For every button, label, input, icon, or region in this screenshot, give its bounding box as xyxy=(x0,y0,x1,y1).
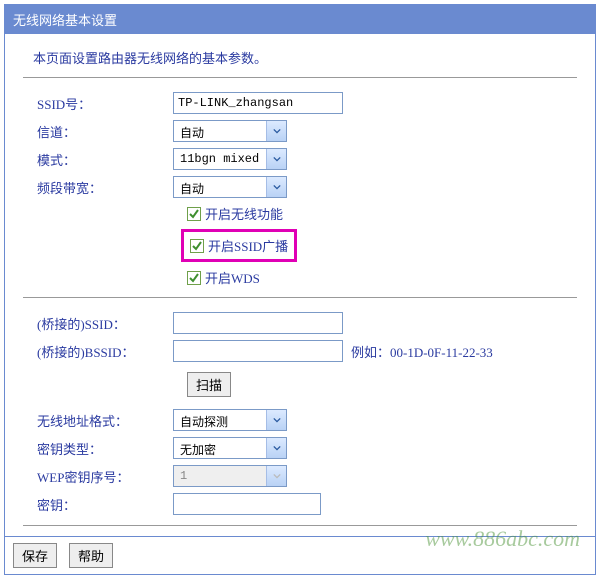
label-enable-wireless: 开启无线功能 xyxy=(205,204,283,223)
channel-select[interactable]: 自动 xyxy=(173,120,287,142)
chevron-down-icon xyxy=(266,121,286,141)
label-addr-fmt: 无线地址格式： xyxy=(23,411,173,430)
bridge-bssid-input[interactable] xyxy=(173,340,343,362)
checkmark-icon xyxy=(187,207,201,221)
row-addr-fmt: 无线地址格式： 自动探测 xyxy=(23,409,577,431)
row-ssid: SSID号： xyxy=(23,92,577,114)
label-bridge-ssid: (桥接的)SSID： xyxy=(23,314,173,333)
checkbox-enable-ssid-broadcast[interactable]: 开启SSID广播 xyxy=(181,229,297,262)
label-mode: 模式： xyxy=(23,150,173,169)
label-bridge-bssid: (桥接的)BSSID： xyxy=(23,342,173,361)
panel-intro: 本页面设置路由器无线网络的基本参数。 xyxy=(33,48,577,67)
row-key: 密钥： xyxy=(23,493,577,515)
bandwidth-select[interactable]: 自动 xyxy=(173,176,287,198)
key-input[interactable] xyxy=(173,493,321,515)
row-bridge-ssid: (桥接的)SSID： xyxy=(23,312,577,334)
label-enable-wds: 开启WDS xyxy=(205,268,260,287)
row-enc-type: 密钥类型： 无加密 xyxy=(23,437,577,459)
wep-index-select: 1 xyxy=(173,465,287,487)
label-key: 密钥： xyxy=(23,495,173,514)
chevron-down-icon xyxy=(266,438,286,458)
ssid-input[interactable] xyxy=(173,92,343,114)
checkmark-icon xyxy=(187,271,201,285)
label-ssid: SSID号： xyxy=(23,94,173,113)
chevron-down-icon xyxy=(266,177,286,197)
chevron-down-icon xyxy=(266,410,286,430)
mode-select[interactable]: 11bgn mixed xyxy=(173,148,287,170)
save-button[interactable]: 保存 xyxy=(13,543,57,568)
label-bandwidth: 频段带宽： xyxy=(23,178,173,197)
row-bandwidth: 频段带宽： 自动 xyxy=(23,176,577,198)
help-button[interactable]: 帮助 xyxy=(69,543,113,568)
checkbox-enable-wds[interactable]: 开启WDS xyxy=(187,268,577,287)
bssid-hint: 例如：00-1D-0F-11-22-33 xyxy=(351,342,493,361)
divider xyxy=(23,297,577,298)
divider xyxy=(23,525,577,526)
checkbox-enable-wireless[interactable]: 开启无线功能 xyxy=(187,204,577,223)
scan-button[interactable]: 扫描 xyxy=(187,372,231,397)
checkmark-icon xyxy=(190,239,204,253)
chevron-down-icon xyxy=(266,466,286,486)
wireless-basic-panel: 无线网络基本设置 本页面设置路由器无线网络的基本参数。 SSID号： 信道： 自… xyxy=(4,4,596,537)
row-bridge-bssid: (桥接的)BSSID： 例如：00-1D-0F-11-22-33 xyxy=(23,340,577,362)
row-wep-index: WEP密钥序号： 1 xyxy=(23,465,577,487)
footer-buttons: 保存 帮助 xyxy=(4,537,596,575)
enc-type-select[interactable]: 无加密 xyxy=(173,437,287,459)
panel-title: 无线网络基本设置 xyxy=(5,5,595,34)
addr-fmt-select[interactable]: 自动探测 xyxy=(173,409,287,431)
bridge-ssid-input[interactable] xyxy=(173,312,343,334)
label-enable-ssid-broadcast: 开启SSID广播 xyxy=(208,236,288,255)
row-mode: 模式： 11bgn mixed xyxy=(23,148,577,170)
chevron-down-icon xyxy=(266,149,286,169)
panel-body: 本页面设置路由器无线网络的基本参数。 SSID号： 信道： 自动 模式： 11b… xyxy=(5,34,595,536)
label-channel: 信道： xyxy=(23,122,173,141)
label-enc-type: 密钥类型： xyxy=(23,439,173,458)
divider xyxy=(23,77,577,78)
row-channel: 信道： 自动 xyxy=(23,120,577,142)
label-wep-index: WEP密钥序号： xyxy=(23,467,173,486)
